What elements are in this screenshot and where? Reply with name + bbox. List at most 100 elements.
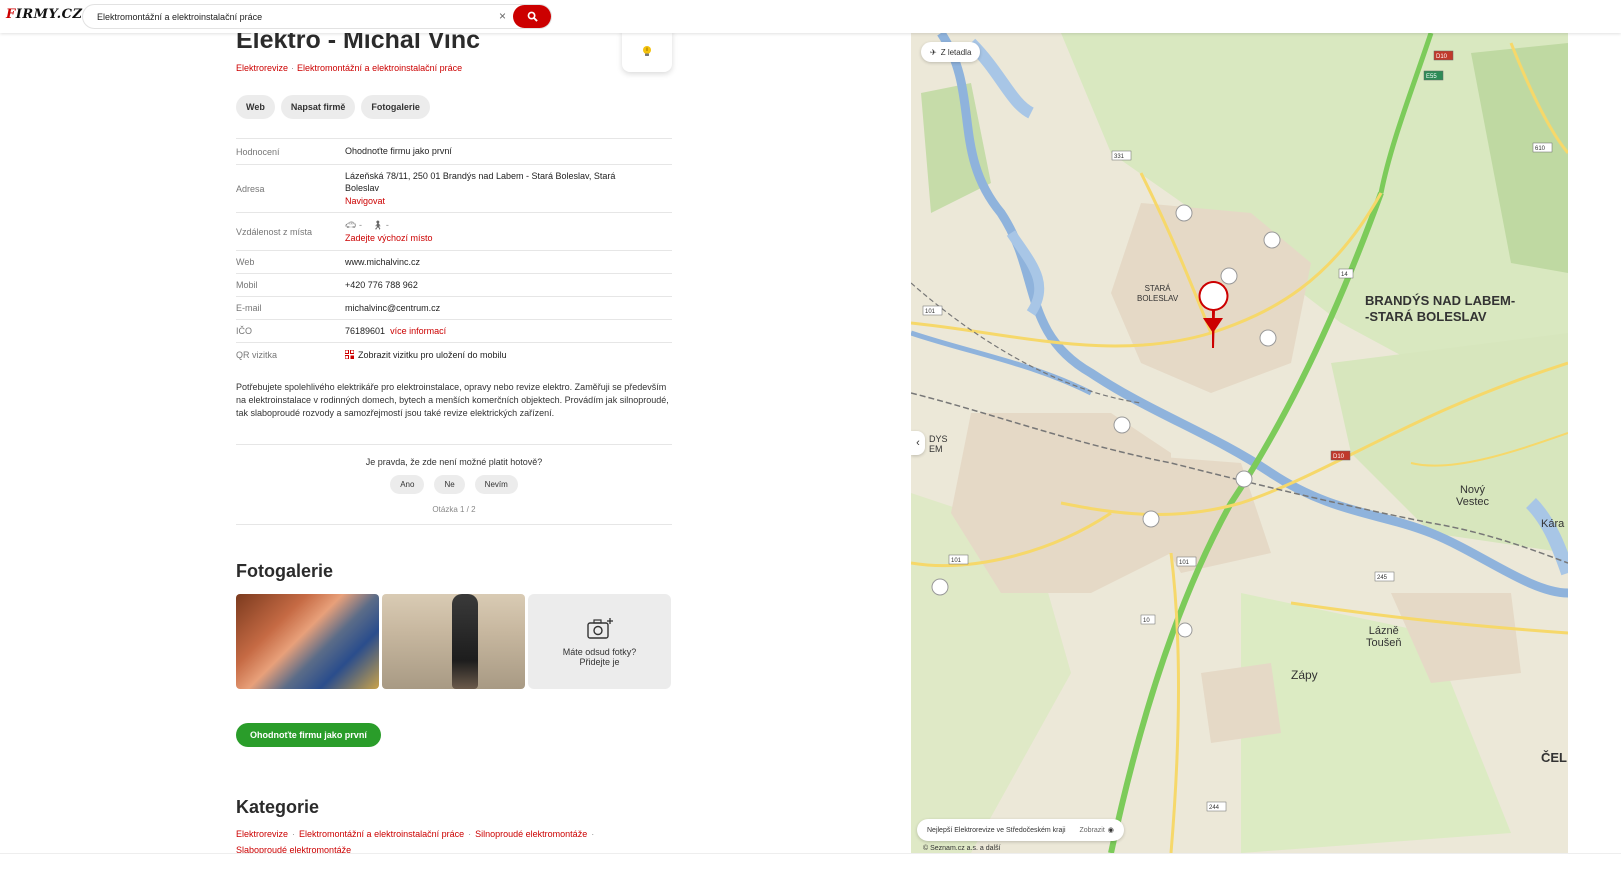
road-number-shield: 245: [1374, 571, 1395, 582]
category-link[interactable]: Elektromontážní a elektroinstalační prác…: [299, 829, 464, 839]
map[interactable]: D10 E55 610 331 101 D10 101 245 101 14 10 244 ✈ Z le…: [911, 33, 1568, 853]
phone-number[interactable]: +420 776 788 962: [345, 279, 672, 292]
map-label-novy-vestec: Nový Vestec: [1456, 484, 1489, 508]
row-mobile: Mobil +420 776 788 962: [236, 274, 672, 297]
tip-card[interactable]: [622, 30, 672, 72]
lightbulb-icon: [643, 46, 651, 56]
photo-thumbnail[interactable]: [382, 594, 525, 689]
map-label-line: DYS: [929, 434, 948, 444]
search-button[interactable]: [513, 5, 551, 28]
navigate-link[interactable]: Navigovat: [345, 195, 672, 208]
chevron-left-icon: ‹: [916, 437, 920, 449]
poll-counter: Otázka 1 / 2: [432, 505, 476, 514]
road-number-label: E55: [1426, 74, 1437, 80]
eye-icon: ◉: [1107, 827, 1114, 834]
category-link[interactable]: Elektromontážní a elektroinstalační prác…: [297, 63, 462, 73]
map-label-line: Vestec: [1456, 496, 1490, 508]
search-box: ×: [82, 4, 552, 29]
email-link[interactable]: michalvinc@centrum.cz: [345, 302, 672, 315]
more-info-link[interactable]: více informací: [390, 326, 446, 336]
separator: ·: [291, 63, 295, 73]
top-bar: FIRMY.CZ ×: [0, 0, 1621, 33]
separator: ·: [468, 829, 472, 839]
row-label: QR vizitka: [236, 350, 278, 360]
camera-plus-icon: [586, 617, 613, 639]
map-label-stara: STARÁ BOLESLAV: [1137, 284, 1178, 304]
road-number-shield: 610: [1532, 142, 1553, 153]
row-label: E-mail: [236, 303, 262, 313]
collapse-panel-button[interactable]: ‹: [911, 431, 925, 455]
road-number-label: D10: [1436, 54, 1448, 60]
map-label-kara: Kára: [1541, 518, 1565, 530]
map-label-line: Toušeň: [1366, 637, 1402, 649]
category-link[interactable]: Elektrorevize: [236, 829, 288, 839]
categories-title: Kategorie: [236, 797, 320, 817]
map-label-cel: ČEL: [1541, 750, 1567, 765]
road-number-label: 14: [1341, 272, 1348, 278]
address-value: Lázeňská 78/11, 250 01 Brandýs nad Labem…: [345, 170, 672, 208]
car-icon: 🚗︎: [345, 220, 357, 230]
map-label-dys: DYS EM: [929, 434, 948, 454]
row-label: Vzdálenost z místa: [236, 226, 313, 237]
road-number-shield: D10: [1433, 50, 1454, 61]
photo-figure: [452, 594, 478, 689]
search-input[interactable]: [97, 9, 497, 25]
poll-buttons: Ano Ne Nevím: [236, 475, 672, 494]
qr-link[interactable]: Zobrazit vizitku pro uložení do mobilu: [344, 349, 672, 362]
gallery-chip[interactable]: Fotogalerie: [361, 95, 430, 119]
write-company-chip[interactable]: Napsat firmě: [280, 95, 356, 119]
poll-no-button[interactable]: Ne: [434, 475, 465, 494]
action-chips: Web Napsat firmě Fotogalerie: [236, 95, 430, 119]
aerial-view-toggle[interactable]: ✈ Z letadla: [921, 42, 981, 62]
road-number-label: 101: [1179, 560, 1190, 566]
map-label-line: STARÁ: [1144, 284, 1171, 293]
row-ico: IČO 76189601 více informací: [236, 320, 672, 343]
row-label: Mobil: [236, 280, 258, 290]
road-number-label: 10: [1143, 618, 1150, 624]
road-number-shield: E55: [1423, 70, 1444, 81]
road-number-shield: 101: [922, 305, 943, 316]
separator: ·: [591, 829, 595, 839]
gallery-title: Fotogalerie: [236, 561, 334, 581]
start-location-link[interactable]: Zadejte výchozí místo: [345, 232, 672, 245]
road-number-label: 331: [1114, 154, 1125, 160]
separator: ·: [292, 829, 296, 839]
map-label-brandys: BRANDÝS NAD LABEM- -STARÁ BOLESLAV: [1365, 293, 1515, 325]
row-qr: QR vizitka Zobrazit vizitku pro uložení …: [236, 343, 672, 367]
map-label-zapy: Zápy: [1291, 668, 1318, 682]
walk-distance: -: [385, 220, 389, 230]
add-photo-line: Přidejte je: [579, 656, 620, 667]
row-label: Adresa: [236, 183, 265, 194]
payment-poll: Je pravda, že zde není možné platit hoto…: [236, 444, 672, 525]
distance-value: 🚗︎ - 🚶︎ - Zadejte výchozí místo: [345, 219, 672, 244]
logo-initial: F: [6, 7, 16, 22]
photo-thumbnail[interactable]: [236, 594, 379, 689]
poll-question: Je pravda, že zde není možné platit hoto…: [365, 457, 543, 467]
map-copyright: © Seznam.cz a.s. a další: [923, 845, 1001, 852]
best-in-region-banner[interactable]: Nejlepší Elektrorevize ve Středočeském k…: [917, 819, 1124, 841]
logo-rest: IRMY.CZ: [15, 7, 83, 22]
rate-link[interactable]: Ohodnoťte firmu jako první: [345, 145, 672, 158]
firmy-logo[interactable]: FIRMY.CZ: [6, 7, 82, 22]
category-link[interactable]: Silnoproudé elektromontáže: [475, 829, 587, 839]
map-label-line: BOLESLAV: [1137, 294, 1179, 303]
category-link[interactable]: Elektrorevize: [236, 63, 288, 73]
clear-icon[interactable]: ×: [499, 9, 506, 23]
row-label: Hodnocení: [236, 146, 280, 157]
company-categories: Elektrorevize · Elektromontážní a elektroi…: [236, 63, 462, 73]
road-number-label: 244: [1209, 805, 1220, 811]
add-photo-button[interactable]: Máte odsud fotky? Přidejte je: [528, 594, 671, 689]
poll-yes-button[interactable]: Ano: [390, 475, 425, 494]
banner-action[interactable]: Zobrazit: [1080, 827, 1105, 834]
bottom-area: [0, 853, 1621, 886]
rate-company-button[interactable]: Ohodnoťte firmu jako první: [236, 723, 381, 747]
web-chip[interactable]: Web: [236, 95, 275, 119]
row-web: Web www.michalvinc.cz: [236, 251, 672, 274]
road-number-shield: 14: [1338, 268, 1354, 279]
web-link[interactable]: www.michalvinc.cz: [345, 256, 672, 269]
road-number-shield: 101: [1176, 556, 1197, 567]
poll-dunno-button[interactable]: Nevím: [474, 475, 518, 494]
map-label-line: BRANDÝS NAD LABEM-: [1365, 293, 1516, 308]
qr-icon: [344, 349, 355, 360]
add-photo-line: Máte odsud fotky?: [562, 646, 637, 657]
